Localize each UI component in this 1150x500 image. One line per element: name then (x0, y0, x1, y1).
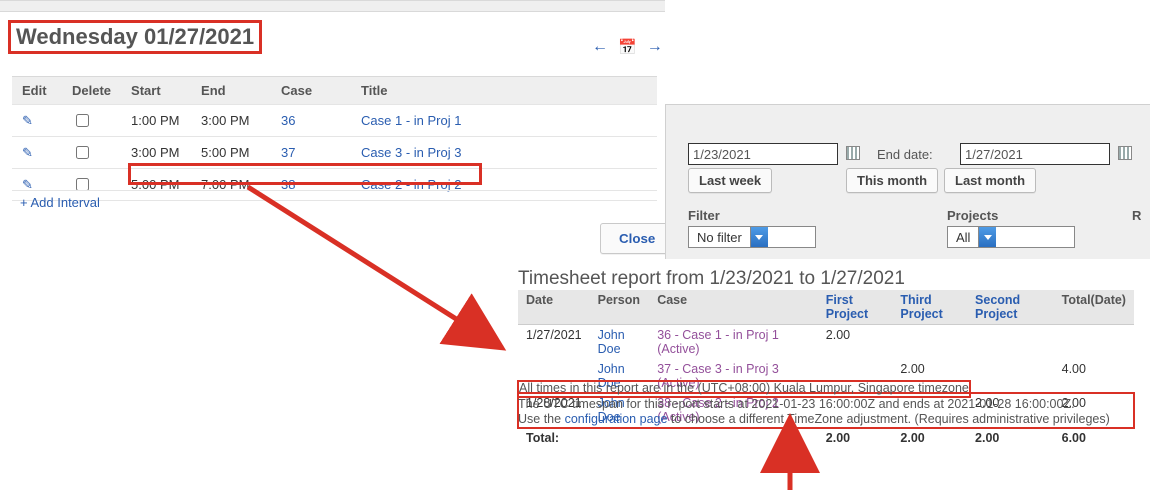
top-gray-bar (0, 0, 665, 12)
report-header-row: Date Person Case First Project Third Pro… (518, 290, 1134, 325)
day-title: Wednesday 01/27/2021 (10, 22, 260, 52)
case-link[interactable]: 36 (281, 113, 295, 128)
hdr-case: Case (649, 290, 818, 325)
timezone-line3a: Use the (518, 412, 565, 426)
projects-label: Projects (947, 208, 998, 223)
case-link[interactable]: 36 - Case 1 - in Proj 1 (Active) (657, 328, 779, 356)
hdr-delete: Delete (62, 77, 121, 105)
timezone-line2: The UTC timespan for this report starts … (518, 397, 1075, 411)
calendar-icon[interactable] (846, 146, 860, 160)
prev-day-icon[interactable]: ← (592, 38, 608, 56)
timezone-line1: All times in this report are in the (UTC… (518, 381, 970, 397)
total-p1: 2.00 (818, 428, 893, 449)
last-month-button[interactable]: Last month (944, 168, 1036, 193)
hdr-first-project[interactable]: First Project (818, 290, 893, 325)
cell-start: 1:00 PM (121, 105, 191, 137)
report-total-row: Total: 2.00 2.00 2.00 6.00 (518, 428, 1134, 449)
edit-pencil-icon[interactable]: ✎ (22, 145, 33, 160)
cell-date: 1/27/2021 (518, 325, 590, 360)
last-week-button[interactable]: Last week (688, 168, 772, 193)
hdr-end: End (191, 77, 271, 105)
chevron-down-icon (750, 227, 768, 247)
next-day-icon[interactable]: → (647, 38, 663, 56)
timezone-line3c: to choose a different TimeZone adjustmen… (667, 412, 1109, 426)
intervals-header-row: Edit Delete Start End Case Title (12, 77, 657, 105)
hdr-title: Title (351, 77, 657, 105)
end-date-input[interactable] (960, 143, 1110, 165)
title-link[interactable]: Case 1 - in Proj 1 (361, 113, 461, 128)
cell-total (1054, 325, 1134, 360)
timezone-note: All times in this report are in the (UTC… (518, 381, 1138, 428)
case-link[interactable]: 37 (281, 145, 295, 160)
add-interval-button[interactable]: + Add Interval (12, 190, 657, 214)
report-row: 1/27/2021 John Doe 36 - Case 1 - in Proj… (518, 325, 1134, 360)
title-link[interactable]: Case 3 - in Proj 3 (361, 145, 461, 160)
date-nav: ← 📅 → (592, 38, 663, 56)
cell-end: 5:00 PM (191, 137, 271, 169)
calendar-icon[interactable]: 📅 (618, 38, 637, 56)
interval-row: ✎ 3:00 PM 5:00 PM 37 Case 3 - in Proj 3 (12, 137, 657, 169)
cell-p1: 2.00 (818, 325, 893, 360)
this-month-button[interactable]: This month (846, 168, 938, 193)
hdr-third-project[interactable]: Third Project (892, 290, 967, 325)
total-all: 6.00 (1054, 428, 1134, 449)
right-extra-label: R (1132, 208, 1141, 223)
cell-start: 3:00 PM (121, 137, 191, 169)
edit-pencil-icon[interactable]: ✎ (22, 113, 33, 128)
configuration-page-link[interactable]: configuration page (565, 412, 668, 426)
hdr-edit: Edit (12, 77, 62, 105)
hdr-case: Case (271, 77, 351, 105)
report-title: Timesheet report from 1/23/2021 to 1/27/… (518, 268, 905, 290)
projects-value: All (948, 230, 978, 245)
filter-value: No filter (689, 230, 750, 245)
person-link[interactable]: John Doe (598, 328, 625, 356)
close-button[interactable]: Close (600, 223, 674, 254)
projects-select[interactable]: All (947, 226, 1075, 248)
chevron-down-icon (978, 227, 996, 247)
cell-end: 3:00 PM (191, 105, 271, 137)
cell-p3 (967, 325, 1054, 360)
delete-checkbox[interactable] (76, 146, 89, 159)
total-p2: 2.00 (892, 428, 967, 449)
filter-select[interactable]: No filter (688, 226, 816, 248)
hdr-start: Start (121, 77, 191, 105)
filter-label: Filter (688, 208, 720, 223)
total-label: Total: (518, 428, 818, 449)
intervals-table: Edit Delete Start End Case Title ✎ 1:00 … (12, 76, 657, 201)
hdr-total: Total(Date) (1054, 290, 1134, 325)
hdr-date: Date (518, 290, 590, 325)
calendar-icon[interactable] (1118, 146, 1132, 160)
interval-row: ✎ 1:00 PM 3:00 PM 36 Case 1 - in Proj 1 (12, 105, 657, 137)
hdr-person: Person (590, 290, 650, 325)
total-p3: 2.00 (967, 428, 1054, 449)
hdr-second-project[interactable]: Second Project (967, 290, 1054, 325)
delete-checkbox[interactable] (76, 114, 89, 127)
end-date-label: End date: (877, 147, 933, 162)
cell-p2 (892, 325, 967, 360)
start-date-input[interactable] (688, 143, 838, 165)
